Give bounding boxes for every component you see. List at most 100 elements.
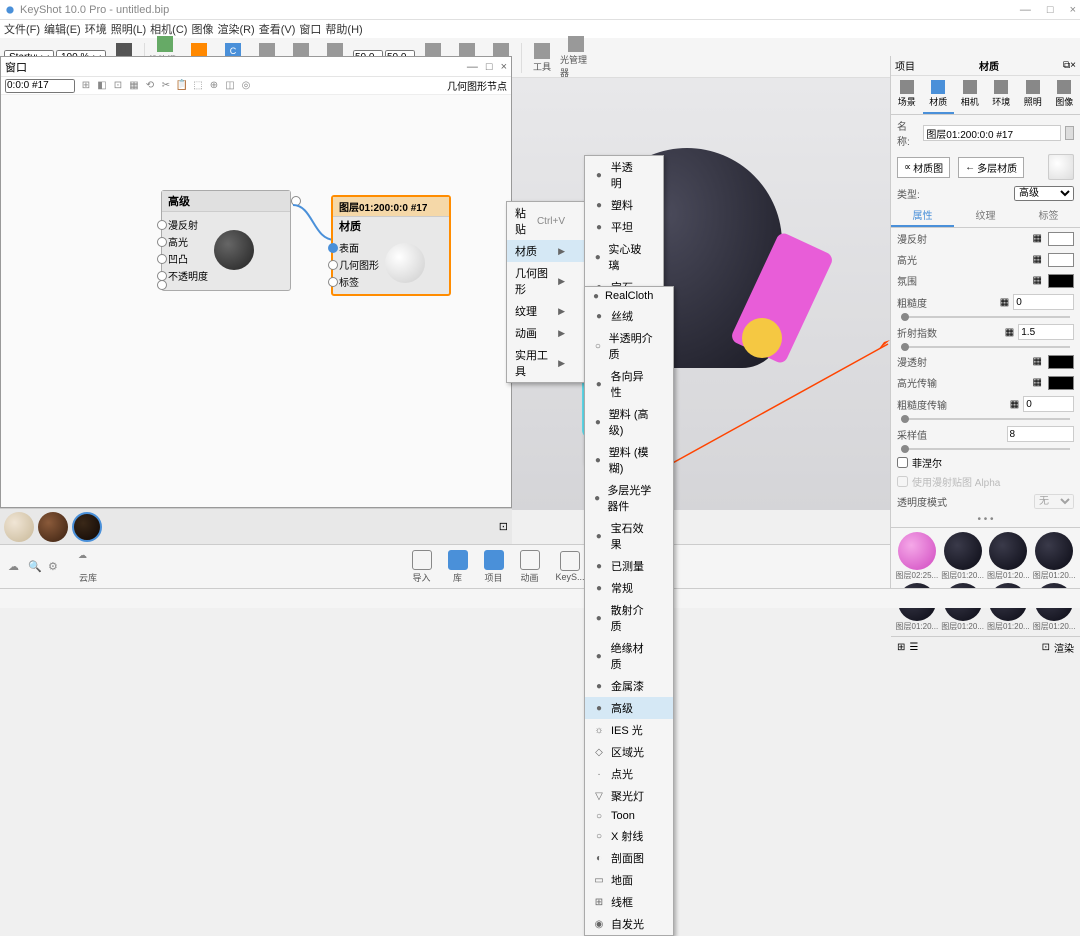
roughness-input[interactable] [1013,294,1074,310]
bb-keyshotxr[interactable]: KeyS... [556,551,585,582]
rp-tab-scene[interactable]: 场景 [891,76,923,114]
bb-library[interactable]: 库 [448,550,468,584]
strip-tool-icon[interactable]: ⊡ [499,520,508,533]
texture-icon[interactable]: ▦ [1033,233,1042,244]
texture-icon[interactable]: ▦ [1033,377,1042,388]
rp-btn-multi[interactable]: ← 多层材质 [958,157,1024,178]
node-advanced[interactable]: 高级 漫反射 高光 凹凸 不透明度 [161,190,291,291]
transmission-swatch[interactable] [1048,355,1074,369]
save-icon[interactable] [1065,126,1074,140]
texture-icon[interactable]: ▦ [1005,327,1014,338]
ctx-toon[interactable]: ○Toon [585,807,673,825]
swatch-item[interactable]: 图层01:20... [1032,532,1076,581]
ctx-cutaway[interactable]: ◐剖面图 [585,847,673,869]
rp-tab-image[interactable]: 图像 [1049,76,1080,114]
swatch-item[interactable]: 图层02:25... [895,532,939,581]
ctx-material[interactable]: 材质▶ [507,240,585,262]
ctx-spotlight[interactable]: ▽聚光灯 [585,785,673,807]
texture-icon[interactable]: ▦ [1033,356,1042,367]
ctx-point-light[interactable]: ·点光 [585,763,673,785]
gear-icon[interactable]: ⚙ [48,560,62,574]
texture-icon[interactable]: ▦ [1033,254,1042,265]
gw-tool-icon[interactable]: ⟲ [143,79,157,93]
rp-tab-lighting[interactable]: 照明 [1017,76,1049,114]
ctx-velvet[interactable]: ●丝绒 [585,305,673,327]
menu-env[interactable]: 环境 [85,21,107,37]
ctx-anisotropic[interactable]: ●各向异性 [585,365,673,403]
bb-project[interactable]: 项目 [484,550,504,584]
gw-tool-icon[interactable]: ◧ [95,79,109,93]
ctx-paste[interactable]: 粘贴Ctrl+V [507,202,585,240]
graph-path-input[interactable] [5,79,75,93]
ctx-emissive[interactable]: ◉自发光 [585,913,673,935]
search-icon[interactable]: 🔍 [28,560,42,574]
rp-tab-env[interactable]: 环境 [986,76,1018,114]
bb-animation[interactable]: 动画 [520,550,540,584]
ctx-general[interactable]: ●常规 [585,577,673,599]
rp-tab-camera[interactable]: 相机 [954,76,986,114]
roughness-slider[interactable] [901,316,1070,318]
ctx-measured[interactable]: ●已测量 [585,555,673,577]
ctx-dielectric[interactable]: ●绝缘材质 [585,637,673,675]
ctx-realcloth[interactable]: ●RealCloth [585,287,673,305]
menu-window[interactable]: 窗口 [299,21,321,37]
rp-undock-icon[interactable]: ⧉ [1063,60,1070,71]
list-view-icon[interactable]: ☰ [909,642,918,653]
ctx-plastic-blur[interactable]: ●塑料 (模糊) [585,441,673,479]
bb-import[interactable]: 导入 [412,550,432,584]
rp-name-input[interactable] [923,125,1061,141]
cloud-icon[interactable]: ☁ [8,560,22,574]
roughtrans-slider[interactable] [901,418,1070,420]
gw-tool-icon[interactable]: ▦ [127,79,141,93]
tb-lights[interactable]: 光管理器 [560,36,592,79]
ior-input[interactable] [1018,324,1074,340]
ctx-texture[interactable]: 纹理▶ [507,300,585,322]
ctx-area-light[interactable]: ◇区域光 [585,741,673,763]
node-material[interactable]: 图层01:200:0:0 #17 材质 表面 几何图形 标签 [331,195,451,296]
rp-subtab-labels[interactable]: 标签 [1017,204,1080,227]
menu-image[interactable]: 图像 [191,21,213,37]
samples-input[interactable] [1007,426,1075,442]
menu-render[interactable]: 渲染(R) [217,21,254,37]
gw-minimize-icon[interactable]: — [467,61,478,73]
spectrans-swatch[interactable] [1048,376,1074,390]
swatch-item[interactable]: 图层01:20... [941,532,985,581]
strip-material-1[interactable] [4,512,34,542]
menu-edit[interactable]: 编辑(E) [44,21,81,37]
ctx-solid-glass[interactable]: ●实心玻璃 [585,238,663,276]
gw-tool-icon[interactable]: ⊕ [207,79,221,93]
node-port-out[interactable] [291,196,301,206]
ctx-translucent-medium[interactable]: ○半透明介质 [585,327,673,365]
ctx-wireframe[interactable]: ⊞线框 [585,891,673,913]
strip-material-2[interactable] [38,512,68,542]
samples-slider[interactable] [901,448,1070,450]
close-icon[interactable]: × [1070,4,1076,16]
menu-file[interactable]: 文件(F) [4,21,40,37]
menu-camera[interactable]: 相机(C) [150,21,187,37]
gw-maximize-icon[interactable]: □ [486,61,493,73]
menu-view[interactable]: 查看(V) [259,21,296,37]
ctx-plastic-adv[interactable]: ●塑料 (高级) [585,403,673,441]
tb-tools[interactable]: 工具 [526,43,558,73]
minimize-icon[interactable]: — [1020,4,1031,16]
ctx-xray[interactable]: ○X 射线 [585,825,673,847]
rp-subtab-props[interactable]: 属性 [891,204,954,227]
bb-cloud[interactable]: ☁云库 [78,550,98,584]
ctx-ies[interactable]: ☼IES 光 [585,719,673,741]
ctx-translucent[interactable]: ●半透明 [585,156,663,194]
texture-icon[interactable]: ▦ [1033,275,1042,286]
gw-tool-icon[interactable]: ✂ [159,79,173,93]
diffuse-swatch[interactable] [1048,232,1074,246]
swatch-item[interactable]: 图层01:20... [987,532,1031,581]
maximize-icon[interactable]: □ [1047,4,1054,16]
ctx-animation[interactable]: 动画▶ [507,322,585,344]
gw-close-icon[interactable]: × [501,61,507,73]
ctx-advanced-hl[interactable]: ●高级 [585,697,673,719]
ambient-swatch[interactable] [1048,274,1074,288]
gw-tool-icon[interactable]: 📋 [175,79,189,93]
gw-tool-icon[interactable]: ⊞ [79,79,93,93]
render-icon[interactable]: ⊡ [1042,642,1050,653]
specular-swatch[interactable] [1048,253,1074,267]
rp-subtab-tex[interactable]: 纹理 [954,204,1017,227]
rp-type-select[interactable]: 高级 [1014,186,1074,201]
